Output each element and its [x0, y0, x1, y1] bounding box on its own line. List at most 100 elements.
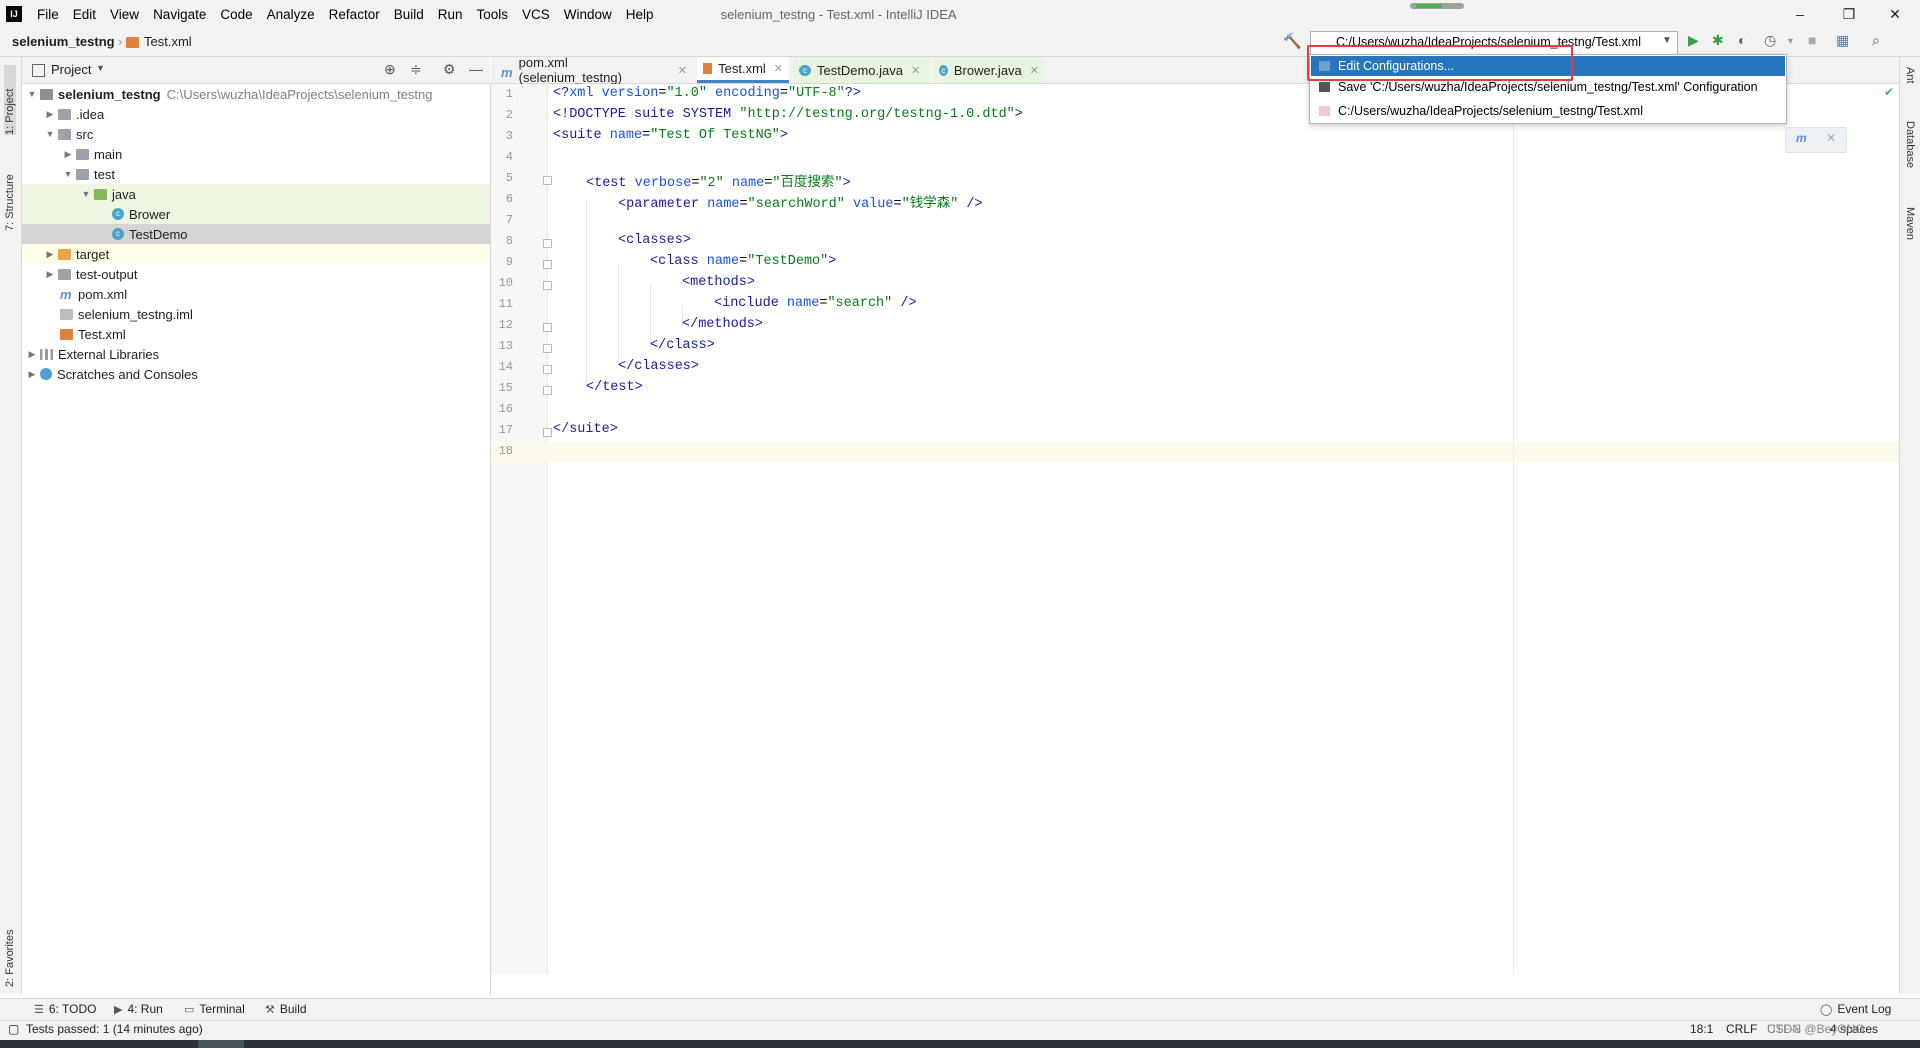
- tree-item-src[interactable]: ▼ src: [22, 124, 512, 144]
- line-number: 15: [498, 381, 513, 395]
- tab-test-xml[interactable]: Test.xml ✕: [697, 57, 789, 83]
- chevron-right-icon[interactable]: ▶: [62, 149, 74, 160]
- maven-reload-icon[interactable]: m: [1796, 131, 1807, 145]
- chevron-down-icon[interactable]: ▼: [96, 63, 105, 73]
- tool-tab-maven[interactable]: Maven: [1904, 207, 1916, 240]
- code-editor[interactable]: [548, 84, 1899, 974]
- menu-window[interactable]: Window: [557, 7, 619, 22]
- tree-item-test[interactable]: ▼ test: [22, 164, 530, 184]
- status-message[interactable]: Tests passed: 1 (14 minutes ago): [26, 1022, 203, 1036]
- close-icon[interactable]: ✕: [774, 62, 783, 75]
- tree-item-iml[interactable]: selenium_testng.iml: [22, 304, 528, 324]
- menu-help[interactable]: Help: [619, 7, 661, 22]
- profile-dropdown-icon[interactable]: ▼: [1786, 36, 1795, 46]
- fold-marker-icon[interactable]: [543, 176, 552, 185]
- project-panel-title[interactable]: Project: [51, 62, 91, 77]
- hide-panel-icon[interactable]: —: [469, 61, 483, 77]
- test-xml-config-item[interactable]: C:/Users/wuzha/IdeaProjects/selenium_tes…: [1311, 101, 1785, 121]
- chevron-down-icon[interactable]: ▼: [80, 189, 92, 199]
- chevron-right-icon[interactable]: ▶: [26, 369, 38, 380]
- build-hammer-icon[interactable]: 🔨: [1283, 32, 1302, 50]
- tree-item-idea[interactable]: ▶ .idea: [22, 104, 512, 124]
- menu-code[interactable]: Code: [213, 7, 259, 22]
- code-token: name: [778, 296, 820, 311]
- close-icon[interactable]: ✕: [1030, 64, 1039, 77]
- tree-item-testdemo[interactable]: c TestDemo: [22, 224, 490, 244]
- tree-item-pom[interactable]: m pom.xml: [22, 284, 528, 304]
- line-separator[interactable]: CRLF: [1726, 1022, 1757, 1036]
- menu-navigate[interactable]: Navigate: [146, 7, 213, 22]
- debug-icon[interactable]: ✱: [1712, 32, 1724, 49]
- tree-item-test-xml[interactable]: Test.xml: [22, 324, 528, 344]
- breadcrumb-project[interactable]: selenium_testng: [12, 34, 115, 49]
- tab-testdemo-java[interactable]: c TestDemo.java ✕: [793, 57, 929, 83]
- menu-edit[interactable]: Edit: [66, 7, 103, 22]
- stop-icon[interactable]: ■: [1808, 32, 1816, 48]
- fold-marker-icon[interactable]: [543, 386, 552, 395]
- no-problems-check-icon[interactable]: ✔: [1884, 85, 1894, 99]
- fold-marker-icon[interactable]: [543, 260, 552, 269]
- tree-item-java[interactable]: ▼ java: [22, 184, 490, 204]
- menu-refactor[interactable]: Refactor: [322, 7, 387, 22]
- restore-button[interactable]: ❐: [1834, 4, 1864, 24]
- profile-icon[interactable]: ◷: [1764, 32, 1776, 49]
- fold-marker-icon[interactable]: [543, 344, 552, 353]
- chevron-right-icon[interactable]: ▶: [44, 109, 56, 120]
- project-structure-icon[interactable]: ▦: [1836, 32, 1849, 49]
- close-window-button[interactable]: ✕: [1880, 4, 1910, 24]
- todo-tool-button[interactable]: ☰ 6: TODO: [34, 1002, 96, 1016]
- chevron-right-icon[interactable]: ▶: [26, 349, 38, 360]
- chevron-down-icon[interactable]: ▼: [1662, 35, 1672, 46]
- tool-tab-database[interactable]: Database: [1904, 121, 1916, 168]
- close-icon[interactable]: ✕: [1826, 131, 1836, 145]
- event-log-button[interactable]: ◯ Event Log: [1820, 1002, 1891, 1016]
- tool-tab-ant[interactable]: Ant: [1904, 67, 1916, 84]
- search-everywhere-icon[interactable]: ⌕: [1872, 32, 1880, 49]
- fold-marker-icon[interactable]: [543, 365, 552, 374]
- tab-pom-xml[interactable]: m pom.xml (selenium_testng) ✕: [495, 55, 693, 85]
- code-token: />: [892, 296, 917, 311]
- menu-vcs[interactable]: VCS: [515, 7, 557, 22]
- fold-marker-icon[interactable]: [543, 428, 552, 437]
- close-icon[interactable]: ✕: [678, 64, 687, 77]
- locate-file-icon[interactable]: ⊕: [384, 61, 396, 78]
- run-tool-button[interactable]: ▶ 4: Run: [114, 1002, 163, 1016]
- menu-analyze[interactable]: Analyze: [260, 7, 322, 22]
- tree-item-external-libraries[interactable]: ▶ External Libraries: [22, 344, 494, 364]
- menu-file[interactable]: File: [30, 7, 66, 22]
- fold-marker-icon[interactable]: [543, 323, 552, 332]
- tree-item-target[interactable]: ▶ target: [22, 244, 490, 264]
- tab-brower-java[interactable]: c Brower.java ✕: [933, 57, 1045, 83]
- fold-marker-icon[interactable]: [543, 239, 552, 248]
- coverage-icon[interactable]: ◐: [1738, 32, 1746, 48]
- close-icon[interactable]: ✕: [911, 64, 920, 77]
- minimize-button[interactable]: –: [1785, 4, 1815, 24]
- gear-icon[interactable]: ⚙: [443, 61, 456, 78]
- fold-marker-icon[interactable]: [543, 281, 552, 290]
- tool-tab-favorites[interactable]: 2: Favorites: [4, 907, 16, 987]
- chevron-down-icon[interactable]: ▼: [44, 129, 56, 139]
- tree-item-test-output[interactable]: ▶ test-output: [22, 264, 512, 284]
- collapse-all-icon[interactable]: ≑: [410, 61, 422, 78]
- status-toggle-icon[interactable]: ▢: [8, 1022, 19, 1036]
- build-tool-button[interactable]: ⚒ Build: [265, 1002, 307, 1016]
- chevron-down-icon[interactable]: ▼: [62, 169, 74, 179]
- tool-tab-structure[interactable]: 7: Structure: [4, 151, 16, 231]
- taskbar-active-app[interactable]: [198, 1040, 244, 1048]
- tree-item-brower[interactable]: c Brower: [22, 204, 490, 224]
- chevron-down-icon[interactable]: ▼: [26, 89, 38, 99]
- tool-tab-project[interactable]: 1: Project: [4, 65, 16, 135]
- run-icon[interactable]: ▶: [1688, 32, 1699, 49]
- menu-build[interactable]: Build: [387, 7, 431, 22]
- tree-item-scratches[interactable]: ▶ Scratches and Consoles: [22, 364, 494, 384]
- menu-run[interactable]: Run: [431, 7, 470, 22]
- terminal-tool-button[interactable]: ▭ Terminal: [184, 1002, 245, 1016]
- chevron-right-icon[interactable]: ▶: [44, 269, 56, 280]
- chevron-right-icon[interactable]: ▶: [44, 249, 56, 260]
- caret-position[interactable]: 18:1: [1690, 1022, 1713, 1036]
- menu-tools[interactable]: Tools: [470, 7, 516, 22]
- tree-item-selenium-testng[interactable]: ▼ selenium_testng C:\Users\wuzha\IdeaProj…: [22, 84, 494, 104]
- tree-item-main[interactable]: ▶ main: [22, 144, 530, 164]
- breadcrumb-file[interactable]: Test.xml: [144, 34, 192, 49]
- menu-view[interactable]: View: [103, 7, 146, 22]
